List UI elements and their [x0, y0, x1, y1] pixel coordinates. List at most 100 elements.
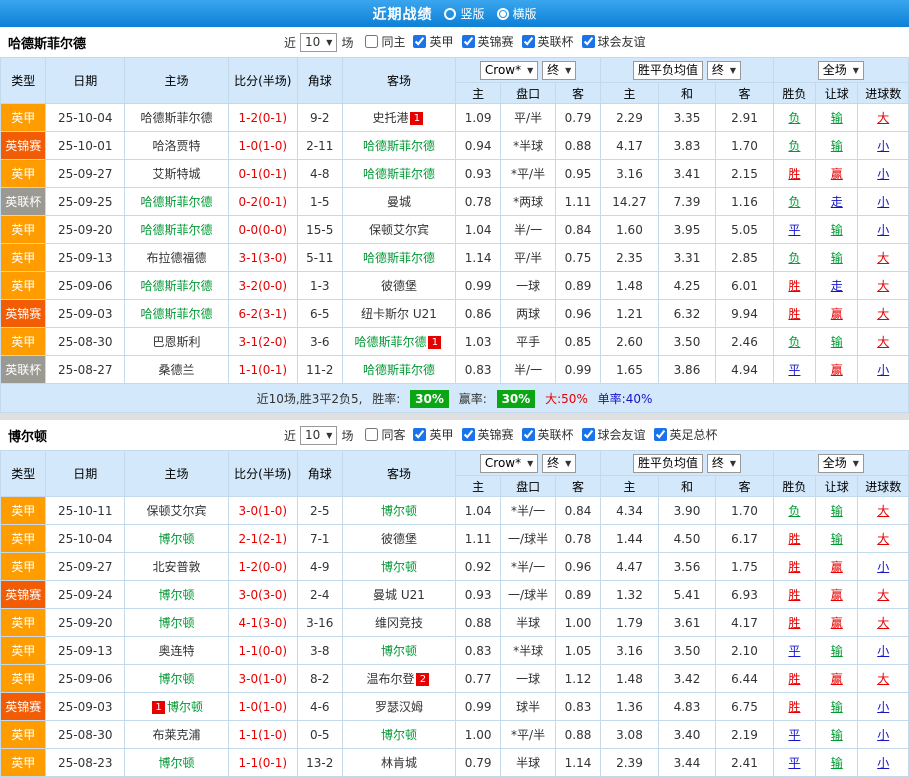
- team-name[interactable]: 哈德斯菲尔德: [363, 139, 435, 153]
- result-outcome[interactable]: 负: [772, 131, 817, 160]
- result-handicap[interactable]: 输: [815, 327, 859, 356]
- result-goals[interactable]: 大: [857, 103, 909, 132]
- result-goals[interactable]: 大: [857, 580, 909, 609]
- team-name[interactable]: 博尔顿: [159, 672, 195, 686]
- result-outcome[interactable]: 胜: [772, 692, 817, 721]
- result-goals[interactable]: 小: [857, 720, 909, 749]
- team-name[interactable]: 彼德堡: [381, 279, 417, 293]
- result-outcome[interactable]: 负: [772, 187, 817, 216]
- team-name[interactable]: 哈德斯菲尔德: [141, 279, 213, 293]
- result-outcome[interactable]: 负: [772, 327, 817, 356]
- team-name[interactable]: 桑德兰: [159, 363, 195, 377]
- match-score[interactable]: 3-1(2-0): [227, 327, 298, 356]
- filter-checkbox[interactable]: [461, 428, 475, 441]
- match-score[interactable]: 6-2(3-1): [227, 299, 298, 328]
- result-handicap[interactable]: 输: [815, 636, 859, 665]
- result-handicap[interactable]: 输: [815, 131, 859, 160]
- result-outcome[interactable]: 负: [772, 243, 817, 272]
- result-outcome[interactable]: 负: [772, 103, 817, 132]
- final-odds-select[interactable]: 终 ▼: [542, 453, 577, 473]
- match-score[interactable]: 0-2(0-1): [227, 187, 298, 216]
- team-name[interactable]: 哈德斯菲尔德: [363, 363, 435, 377]
- team-name[interactable]: 纽卡斯尔 U21: [361, 307, 437, 321]
- league-filter[interactable]: 英足总杯: [653, 426, 718, 443]
- result-outcome[interactable]: 胜: [772, 159, 817, 188]
- team-name[interactable]: 博尔顿: [167, 700, 203, 714]
- avg-type-box[interactable]: 胜平负均值: [632, 60, 703, 80]
- result-outcome[interactable]: 胜: [772, 271, 817, 300]
- team-name[interactable]: 罗瑟汉姆: [375, 700, 423, 714]
- result-handicap[interactable]: 输: [815, 692, 859, 721]
- final-odds-select[interactable]: 终 ▼: [542, 60, 577, 80]
- result-handicap[interactable]: 输: [815, 748, 859, 777]
- result-handicap[interactable]: 赢: [815, 159, 859, 188]
- match-score[interactable]: 4-1(3-0): [227, 608, 298, 637]
- result-handicap[interactable]: 输: [815, 720, 859, 749]
- result-outcome[interactable]: 负: [772, 496, 817, 525]
- result-goals[interactable]: 小: [857, 159, 909, 188]
- match-score[interactable]: 1-1(0-1): [227, 355, 298, 384]
- result-outcome[interactable]: 平: [772, 748, 817, 777]
- result-handicap[interactable]: 赢: [815, 608, 859, 637]
- match-score[interactable]: 0-0(0-0): [227, 215, 298, 244]
- avg-type-box[interactable]: 胜平负均值: [632, 453, 703, 473]
- team-name[interactable]: 维冈竞技: [375, 616, 423, 630]
- league-filter[interactable]: 英锦赛: [461, 33, 514, 50]
- filter-checkbox[interactable]: [461, 35, 475, 48]
- team-name[interactable]: 博尔顿: [381, 504, 417, 518]
- result-goals[interactable]: 大: [857, 243, 909, 272]
- result-goals[interactable]: 大: [857, 524, 909, 553]
- team-name[interactable]: 史托港: [372, 111, 408, 125]
- result-goals[interactable]: 小: [857, 552, 909, 581]
- league-filter[interactable]: 同主: [365, 33, 405, 50]
- result-outcome[interactable]: 平: [772, 636, 817, 665]
- team-name[interactable]: 哈德斯菲尔德: [354, 335, 426, 349]
- result-handicap[interactable]: 输: [815, 243, 859, 272]
- scope-select[interactable]: 全场 ▼: [817, 453, 864, 473]
- result-goals[interactable]: 大: [857, 664, 909, 693]
- result-goals[interactable]: 小: [857, 636, 909, 665]
- team-name[interactable]: 艾斯特城: [153, 167, 201, 181]
- filter-checkbox[interactable]: [581, 35, 595, 48]
- result-goals[interactable]: 小: [857, 131, 909, 160]
- result-handicap[interactable]: 走: [815, 187, 859, 216]
- team-name[interactable]: 温布尔登: [366, 672, 414, 686]
- result-goals[interactable]: 小: [857, 692, 909, 721]
- result-outcome[interactable]: 平: [772, 720, 817, 749]
- team-name[interactable]: 彼德堡: [381, 532, 417, 546]
- filter-checkbox[interactable]: [365, 428, 379, 441]
- result-goals[interactable]: 小: [857, 355, 909, 384]
- team-name[interactable]: 哈德斯菲尔德: [141, 111, 213, 125]
- filter-checkbox[interactable]: [413, 35, 427, 48]
- team-name[interactable]: 博尔顿: [159, 588, 195, 602]
- layout-radio-horizontal[interactable]: 横版: [496, 5, 537, 22]
- team-name[interactable]: 博尔顿: [159, 616, 195, 630]
- team-name[interactable]: 曼城 U21: [373, 588, 425, 602]
- match-score[interactable]: 1-2(0-0): [227, 552, 298, 581]
- league-filter[interactable]: 同客: [365, 426, 405, 443]
- match-score[interactable]: 3-0(1-0): [227, 496, 298, 525]
- result-goals[interactable]: 大: [857, 327, 909, 356]
- result-outcome[interactable]: 胜: [772, 299, 817, 328]
- match-score[interactable]: 3-0(1-0): [227, 664, 298, 693]
- league-filter[interactable]: 英联杯: [521, 33, 574, 50]
- bookmaker-select[interactable]: Crow* ▼: [479, 60, 539, 80]
- match-score[interactable]: 3-0(3-0): [227, 580, 298, 609]
- filter-checkbox[interactable]: [653, 428, 667, 441]
- match-score[interactable]: 1-2(0-1): [227, 103, 298, 132]
- match-score[interactable]: 1-1(1-0): [227, 720, 298, 749]
- layout-radio-vertical[interactable]: 竖版: [444, 5, 485, 22]
- filter-checkbox[interactable]: [365, 35, 379, 48]
- filter-checkbox[interactable]: [521, 428, 535, 441]
- team-name[interactable]: 保顿艾尔宾: [147, 504, 207, 518]
- league-filter[interactable]: 球会友谊: [581, 426, 646, 443]
- result-handicap[interactable]: 赢: [815, 552, 859, 581]
- match-score[interactable]: 1-1(0-1): [227, 748, 298, 777]
- result-handicap[interactable]: 输: [815, 103, 859, 132]
- match-count-select[interactable]: 10 ▼: [300, 32, 338, 52]
- filter-checkbox[interactable]: [581, 428, 595, 441]
- final-avg-select[interactable]: 终 ▼: [706, 60, 741, 80]
- league-filter[interactable]: 球会友谊: [581, 33, 646, 50]
- league-filter[interactable]: 英甲: [413, 33, 454, 50]
- team-name[interactable]: 奥连特: [159, 644, 195, 658]
